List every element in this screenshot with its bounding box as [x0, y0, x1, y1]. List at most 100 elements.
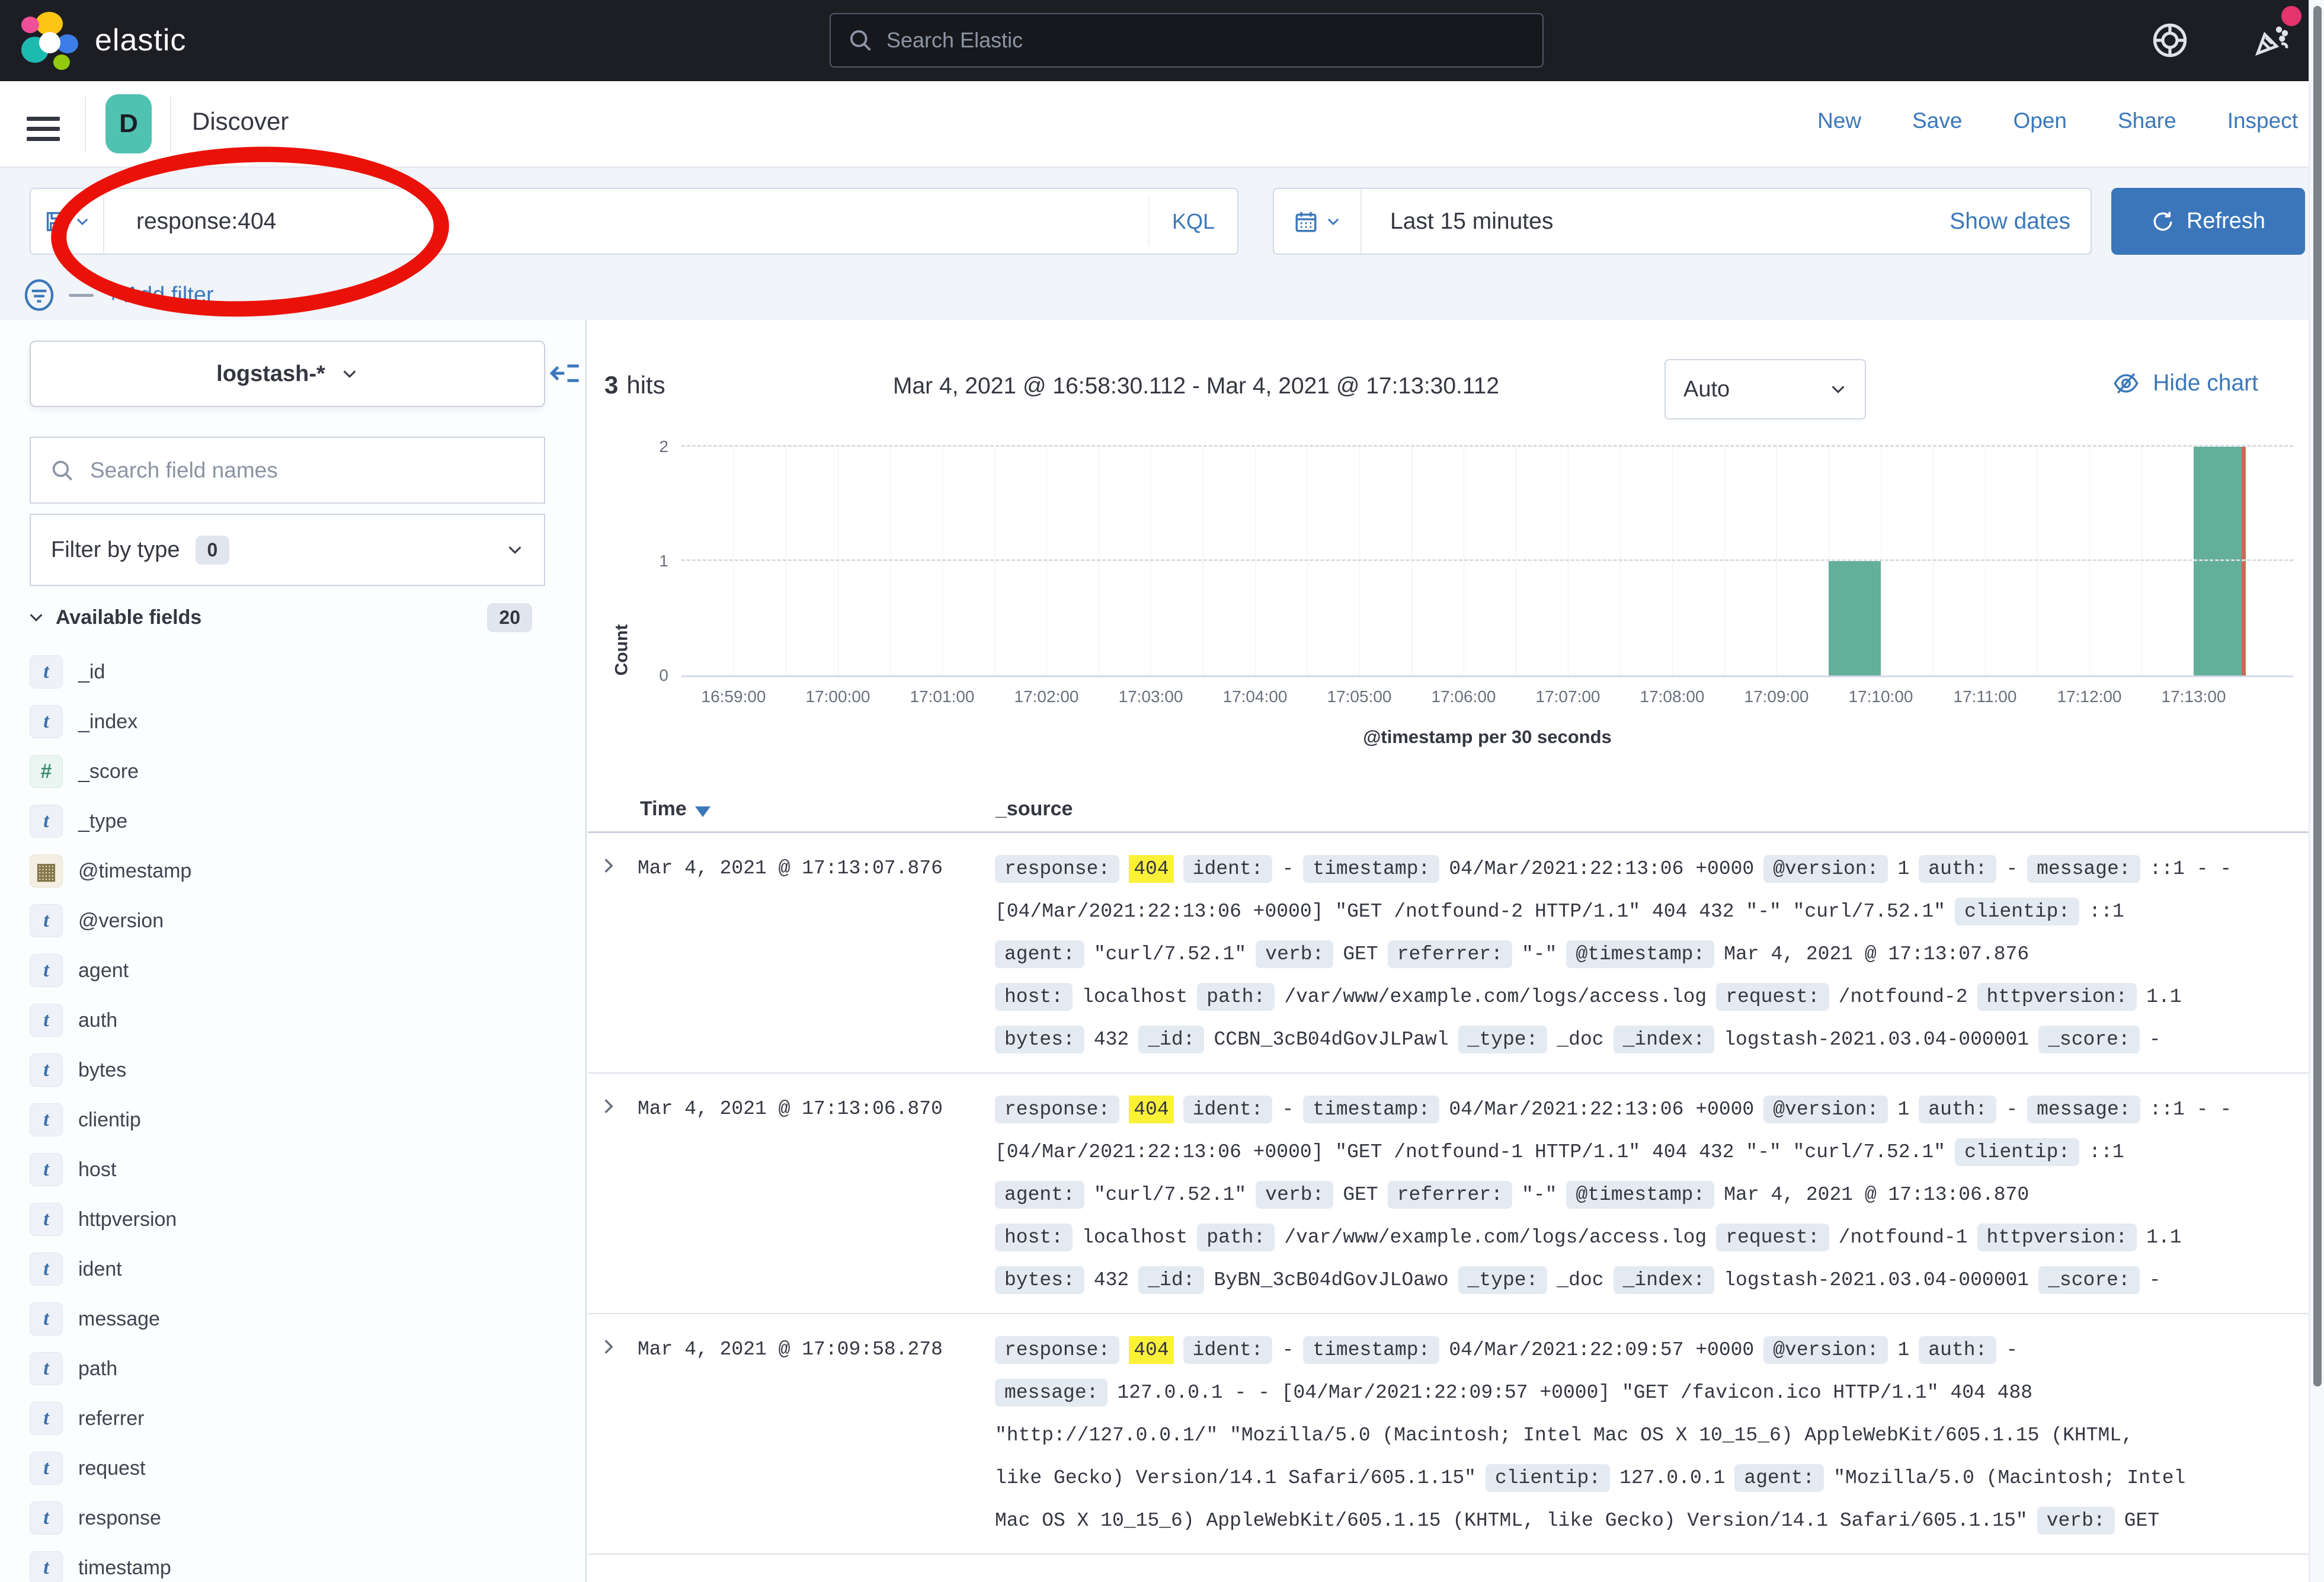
filter-by-type-select[interactable]: Filter by type 0	[30, 514, 545, 586]
appbar-action-link[interactable]: Inspect	[2227, 108, 2298, 133]
divider	[69, 294, 94, 297]
documents-table: Time _source Mar 4, 2021 @ 17:13:07.876 …	[588, 788, 2309, 1582]
histogram-bar[interactable]	[1829, 561, 1881, 675]
time-range-value[interactable]: Last 15 minutes	[1362, 209, 1950, 235]
source-segment: bytes:	[995, 1266, 1084, 1294]
global-search-input[interactable]: Search Elastic	[830, 13, 1544, 68]
source-line: [04/Mar/2021:22:13:06 +0000] "GET /notfo…	[995, 1131, 2303, 1173]
hide-chart-button[interactable]: Hide chart	[2112, 370, 2258, 397]
expand-document-icon[interactable]	[598, 847, 638, 1061]
field-item[interactable]: t message	[30, 1294, 545, 1344]
filter-type-count-badge: 0	[196, 536, 230, 565]
field-item[interactable]: t httpversion	[30, 1194, 545, 1244]
space-avatar[interactable]: D	[105, 94, 152, 153]
source-segment: agent:	[995, 940, 1084, 968]
source-segment: @version:	[1763, 855, 1888, 883]
field-item[interactable]: t referrer	[30, 1394, 545, 1443]
histogram-domain	[681, 447, 2246, 675]
source-segment: -	[2149, 1029, 2161, 1051]
source-segment: 404	[1129, 1336, 1173, 1364]
page-scrollbar[interactable]	[2309, 0, 2324, 1582]
source-segment: ByBN_3cB04dGovJLOawo	[1214, 1269, 1448, 1291]
source-segment: logstash-2021.03.04-000001	[1724, 1269, 2029, 1291]
query-language-button[interactable]: KQL	[1148, 197, 1237, 246]
menu-hamburger-icon[interactable]	[27, 117, 60, 141]
field-item[interactable]: t bytes	[30, 1045, 545, 1095]
date-picker-calendar-button[interactable]	[1274, 189, 1362, 254]
source-segment: ::1	[2089, 901, 2124, 923]
expand-document-icon[interactable]	[598, 1328, 638, 1542]
source-segment: @timestamp:	[1566, 940, 1714, 968]
filter-icon[interactable]	[23, 278, 56, 312]
appbar-action-link[interactable]: New	[1817, 108, 1861, 133]
field-item[interactable]: t _id	[30, 647, 545, 697]
chart-time-range: Mar 4, 2021 @ 16:58:30.112 - Mar 4, 2021…	[893, 373, 1499, 399]
field-item[interactable]: t clientip	[30, 1095, 545, 1145]
interval-select[interactable]: Auto	[1664, 359, 1866, 419]
field-item[interactable]: t response	[30, 1493, 545, 1543]
sort-desc-icon[interactable]	[695, 806, 710, 817]
field-item[interactable]: t ident	[30, 1244, 545, 1294]
search-field-names-input[interactable]: Search field names	[30, 437, 545, 504]
index-pattern-select[interactable]: logstash-*	[30, 341, 545, 407]
available-fields-header[interactable]: Available fields 20	[27, 600, 545, 635]
field-item[interactable]: t path	[30, 1344, 545, 1394]
source-line: response:404ident:-timestamp:04/Mar/2021…	[995, 1088, 2303, 1131]
expand-document-icon[interactable]	[598, 1088, 638, 1301]
chevron-down-icon	[27, 609, 45, 626]
refresh-button[interactable]: Refresh	[2111, 188, 2305, 255]
source-segment: 1	[1897, 1339, 1909, 1361]
field-name: _type	[78, 810, 127, 833]
field-item[interactable]: t _index	[30, 697, 545, 747]
y-axis-label: Count	[612, 625, 632, 676]
field-item[interactable]: t @version	[30, 896, 545, 946]
source-segment: "curl/7.52.1"	[1094, 1184, 1246, 1206]
field-item[interactable]: t host	[30, 1145, 545, 1194]
news-party-icon[interactable]	[2254, 21, 2292, 59]
scrollbar-thumb[interactable]	[2313, 6, 2322, 1386]
field-item[interactable]: t _type	[30, 796, 545, 846]
column-header-source[interactable]: _source	[995, 798, 1073, 821]
field-item[interactable]: t request	[30, 1443, 545, 1493]
source-segment: ::1 - -	[2150, 1099, 2232, 1120]
field-type-icon: #	[30, 755, 63, 788]
elastic-brand[interactable]: elastic	[20, 11, 186, 70]
document-source: response:404ident:-timestamp:04/Mar/2021…	[995, 1088, 2303, 1301]
document-timestamp: Mar 4, 2021 @ 17:09:58.278	[638, 1328, 995, 1542]
field-name: agent	[78, 959, 129, 982]
source-segment: ::1 - -	[2150, 858, 2232, 880]
collapse-sidebar-icon[interactable]	[549, 357, 582, 390]
field-name: _score	[78, 760, 139, 783]
table-row: Mar 4, 2021 @ 17:13:06.870 response:404i…	[588, 1074, 2309, 1314]
chevron-down-icon	[506, 541, 524, 559]
source-line: "http://127.0.0.1/" "Mozilla/5.0 (Macint…	[995, 1414, 2303, 1456]
source-segment: @timestamp:	[1566, 1181, 1714, 1209]
source-segment: response:	[995, 1096, 1119, 1123]
field-item[interactable]: t auth	[30, 995, 545, 1045]
field-item[interactable]: t timestamp	[30, 1543, 545, 1582]
source-segment: localhost	[1082, 986, 1187, 1008]
appbar-action-link[interactable]: Share	[2118, 108, 2176, 133]
source-line: agent:"curl/7.52.1"verb:GETreferrer:"-"@…	[995, 933, 2303, 975]
source-segment: response:	[995, 855, 1119, 883]
source-segment: message:	[2027, 855, 2140, 883]
source-segment: path:	[1197, 1224, 1275, 1251]
calendar-icon	[1294, 209, 1318, 234]
appbar-action-link[interactable]: Open	[2013, 108, 2067, 133]
appbar-action-link[interactable]: Save	[1912, 108, 1962, 133]
saved-query-menu-button[interactable]	[31, 189, 104, 254]
source-segment: host:	[995, 1224, 1073, 1251]
add-filter-button[interactable]: + Add filter	[107, 283, 214, 308]
source-segment: 04/Mar/2021:22:13:06 +0000	[1449, 1099, 1754, 1120]
field-item[interactable]: ▦ @timestamp	[30, 846, 545, 896]
field-item[interactable]: t agent	[30, 946, 545, 995]
show-dates-button[interactable]: Show dates	[1950, 209, 2091, 235]
elastic-logo	[20, 11, 79, 70]
source-segment: ident:	[1183, 1096, 1273, 1123]
help-icon[interactable]	[2151, 21, 2189, 59]
histogram-bar[interactable]	[2194, 447, 2246, 675]
source-segment: "-"	[1522, 943, 1557, 965]
field-item[interactable]: # _score	[30, 747, 545, 796]
query-input[interactable]: response:404	[104, 209, 1148, 235]
column-header-time[interactable]: Time	[640, 798, 710, 821]
